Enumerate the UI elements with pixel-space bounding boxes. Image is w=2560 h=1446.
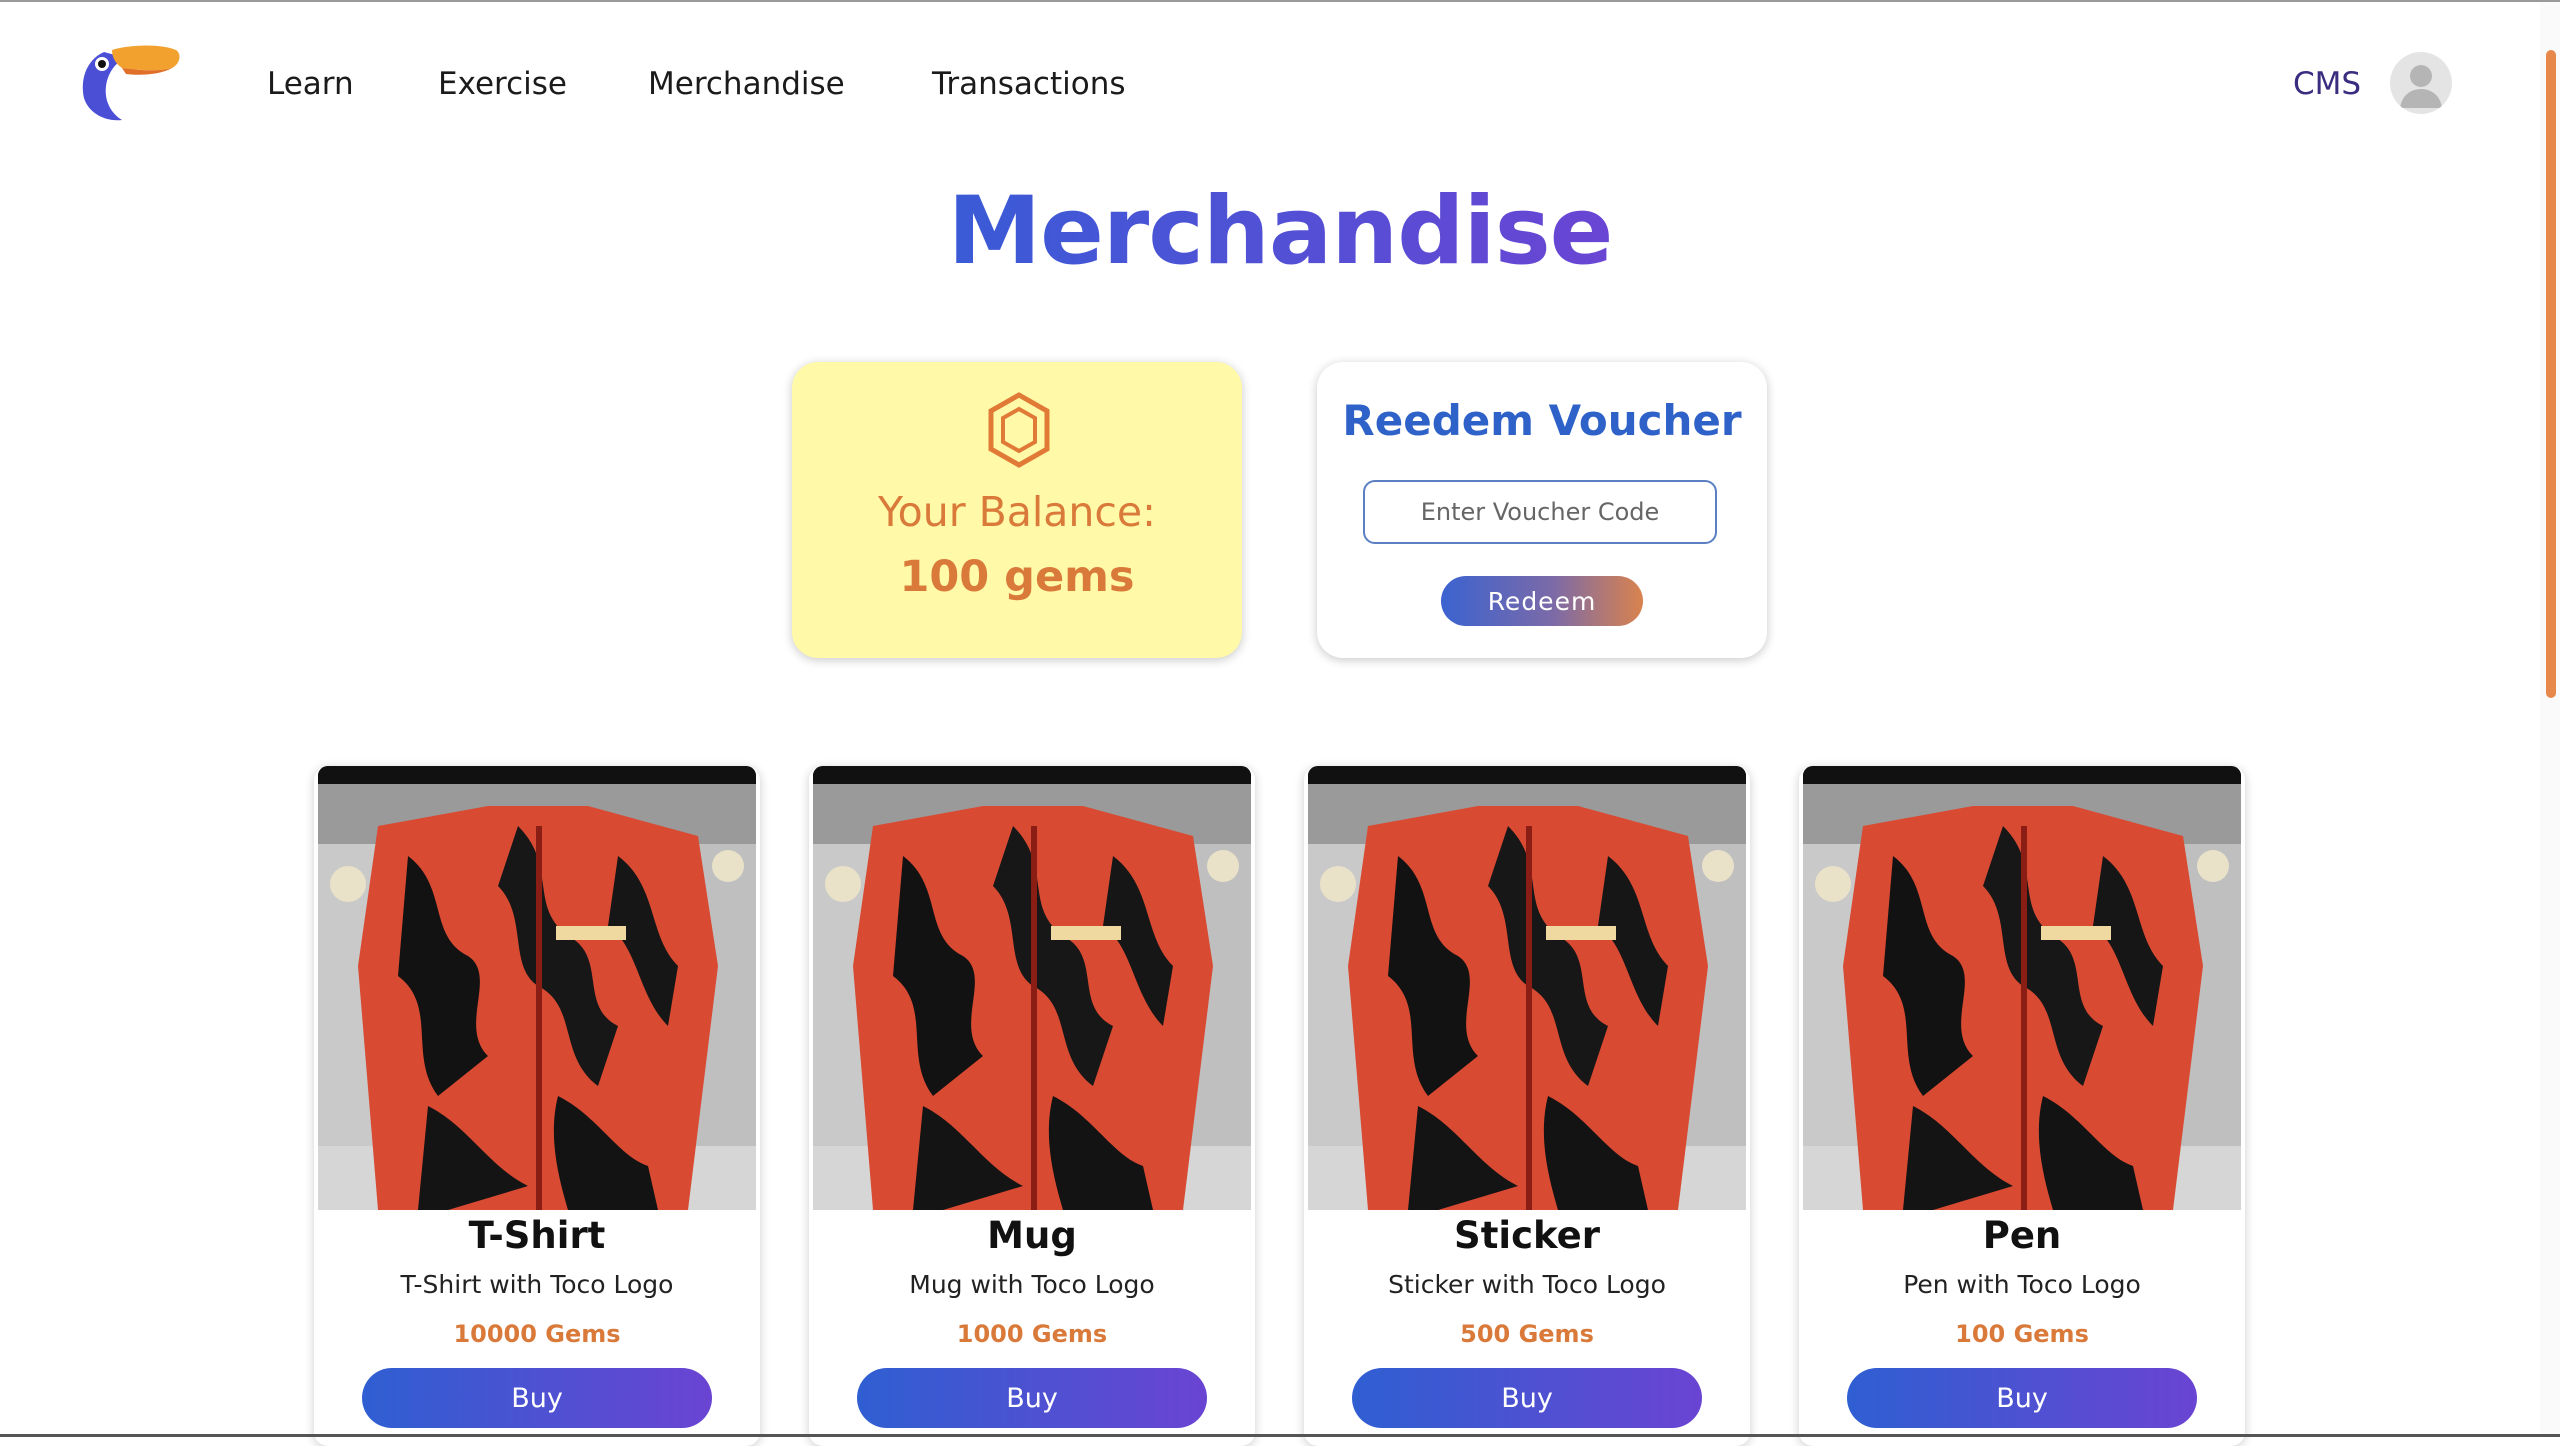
product-name: Pen bbox=[1982, 1214, 2062, 1257]
product-card-pen: Pen Pen with Toco Logo 100 Gems Buy bbox=[1799, 766, 2245, 1446]
nav-link-transactions[interactable]: Transactions bbox=[932, 66, 1126, 102]
page-title: Merchandise bbox=[947, 177, 1614, 286]
product-image bbox=[813, 766, 1251, 1210]
nav-link-learn[interactable]: Learn bbox=[267, 66, 354, 102]
redeem-button[interactable]: Redeem bbox=[1441, 576, 1643, 626]
product-card-mug: Mug Mug with Toco Logo 1000 Gems Buy bbox=[809, 766, 1255, 1446]
voucher-title: Reedem Voucher bbox=[1342, 396, 1742, 445]
product-image bbox=[318, 766, 756, 1210]
product-description: T-Shirt with Toco Logo bbox=[400, 1270, 674, 1299]
voucher-code-input[interactable] bbox=[1363, 480, 1717, 544]
balance-card: Your Balance: 100 gems bbox=[792, 362, 1242, 658]
buy-button[interactable]: Buy bbox=[362, 1368, 712, 1428]
product-card-tshirt: T-Shirt T-Shirt with Toco Logo 10000 Gem… bbox=[314, 766, 760, 1446]
product-price: 1000 Gems bbox=[956, 1320, 1108, 1348]
balance-label: Your Balance: bbox=[878, 488, 1156, 536]
product-image bbox=[1308, 766, 1746, 1210]
buy-button[interactable]: Buy bbox=[857, 1368, 1207, 1428]
product-description: Mug with Toco Logo bbox=[909, 1270, 1155, 1299]
product-price: 500 Gems bbox=[1460, 1320, 1594, 1348]
gem-hexagon-icon bbox=[987, 392, 1051, 468]
product-price: 10000 Gems bbox=[453, 1320, 621, 1348]
buy-button[interactable]: Buy bbox=[1352, 1368, 1702, 1428]
product-image bbox=[1803, 766, 2241, 1210]
cms-link[interactable]: CMS bbox=[2293, 66, 2361, 102]
product-description: Pen with Toco Logo bbox=[1903, 1270, 2141, 1299]
product-card-sticker: Sticker Sticker with Toco Logo 500 Gems … bbox=[1304, 766, 1750, 1446]
toucan-logo-icon[interactable] bbox=[78, 42, 182, 124]
user-avatar-icon[interactable] bbox=[2390, 52, 2452, 114]
top-border bbox=[0, 0, 2560, 2]
product-price: 100 Gems bbox=[1955, 1320, 2089, 1348]
product-name: T-Shirt bbox=[468, 1214, 606, 1257]
nav-link-merchandise[interactable]: Merchandise bbox=[648, 66, 845, 102]
product-description: Sticker with Toco Logo bbox=[1388, 1270, 1666, 1299]
page-scrollbar-thumb[interactable] bbox=[2546, 50, 2556, 698]
product-name: Sticker bbox=[1454, 1214, 1600, 1257]
voucher-card: Reedem Voucher Redeem bbox=[1317, 362, 1767, 658]
buy-button[interactable]: Buy bbox=[1847, 1368, 2197, 1428]
nav-link-exercise[interactable]: Exercise bbox=[438, 66, 567, 102]
balance-value: 100 gems bbox=[899, 552, 1135, 602]
product-name: Mug bbox=[987, 1214, 1077, 1257]
